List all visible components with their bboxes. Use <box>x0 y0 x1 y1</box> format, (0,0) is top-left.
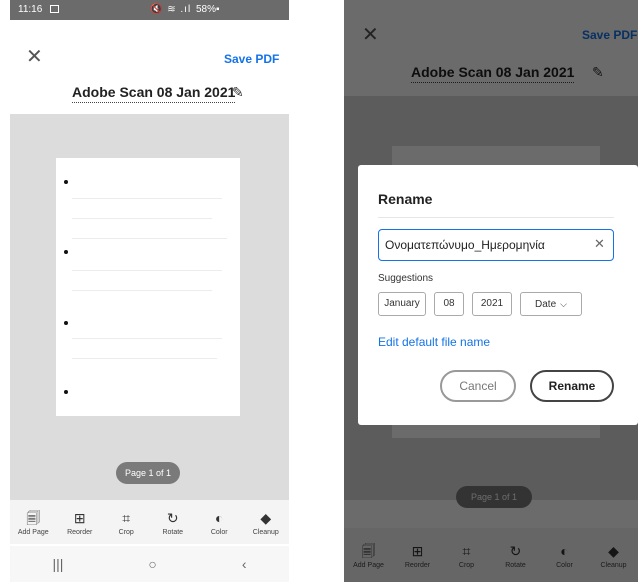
status-time: 11:16 <box>18 4 43 15</box>
color-icon: ◐ <box>215 509 224 526</box>
scan-canvas: Page 1 of 1 <box>10 114 289 500</box>
color-button[interactable]: ◐Color <box>197 509 241 536</box>
back-nav-button[interactable]: ‹ <box>242 556 247 572</box>
page-bullet <box>64 321 68 325</box>
rename-dialog-screen: ✕ Save PDF Adobe Scan 08 Jan 2021 ✎ Page… <box>344 0 638 582</box>
reorder-icon: ⊞ <box>73 509 86 526</box>
crop-icon: ⌗ <box>122 509 131 526</box>
save-pdf-button[interactable]: Save PDF <box>224 52 279 66</box>
rename-button[interactable]: Rename <box>530 370 614 402</box>
android-nav-bar: ||| ○ ‹ <box>10 546 289 582</box>
page-bullet <box>64 180 68 184</box>
suggestion-chip-year[interactable]: 2021 <box>472 292 512 316</box>
suggestion-chip-day[interactable]: 08 <box>434 292 464 316</box>
pencil-icon[interactable]: ✎ <box>232 84 244 101</box>
cancel-button[interactable]: Cancel <box>440 370 516 402</box>
add-page-icon: 🗐 <box>26 509 41 526</box>
crop-button[interactable]: ⌗Crop <box>104 509 148 536</box>
rotate-icon: ↻ <box>166 509 179 526</box>
chevron-down-icon: ⌵ <box>560 299 567 309</box>
rename-dialog: Rename Ονοματεπώνυμο_Ημερομηνία ✕ Sugges… <box>358 165 638 425</box>
page-bullet <box>64 390 68 394</box>
home-nav-button[interactable]: ○ <box>148 556 156 572</box>
cleanup-icon: ◆ <box>260 509 272 526</box>
filename-input[interactable]: Ονοματεπώνυμο_Ημερομηνία <box>378 229 614 261</box>
battery-indicator: 58%▪ <box>196 4 220 15</box>
close-icon[interactable]: ✕ <box>26 44 43 69</box>
add-page-button[interactable]: 🗐Add Page <box>11 509 55 536</box>
status-bar: 11:16 🔇 ≋ .ıl 58%▪ <box>10 0 289 20</box>
cleanup-button[interactable]: ◆Cleanup <box>244 509 288 536</box>
clear-icon[interactable]: ✕ <box>594 236 605 252</box>
suggestion-chip-month[interactable]: January <box>378 292 426 316</box>
rotate-button[interactable]: ↻Rotate <box>151 509 195 536</box>
suggestion-dropdown-date[interactable]: Date ⌵ <box>520 292 582 316</box>
scanned-page[interactable] <box>56 158 240 416</box>
recents-nav-button[interactable]: ||| <box>52 556 63 572</box>
page-bullet <box>64 250 68 254</box>
suggestions-label: Suggestions <box>378 273 434 284</box>
edit-default-filename-link[interactable]: Edit default file name <box>378 335 490 349</box>
gallery-notification-icon <box>50 5 59 13</box>
page-indicator: Page 1 of 1 <box>116 462 180 484</box>
system-status-icons: 🔇 ≋ .ıl <box>150 4 192 15</box>
reorder-button[interactable]: ⊞Reorder <box>58 509 102 536</box>
bottom-toolbar: 🗐Add Page ⊞Reorder ⌗Crop ↻Rotate ◐Color … <box>10 500 289 544</box>
scan-preview-screen: 11:16 🔇 ≋ .ıl 58%▪ ✕ Save PDF Adobe Scan… <box>10 0 289 582</box>
dialog-title: Rename <box>378 191 433 207</box>
document-title[interactable]: Adobe Scan 08 Jan 2021 <box>72 84 236 103</box>
dialog-divider <box>378 217 614 218</box>
